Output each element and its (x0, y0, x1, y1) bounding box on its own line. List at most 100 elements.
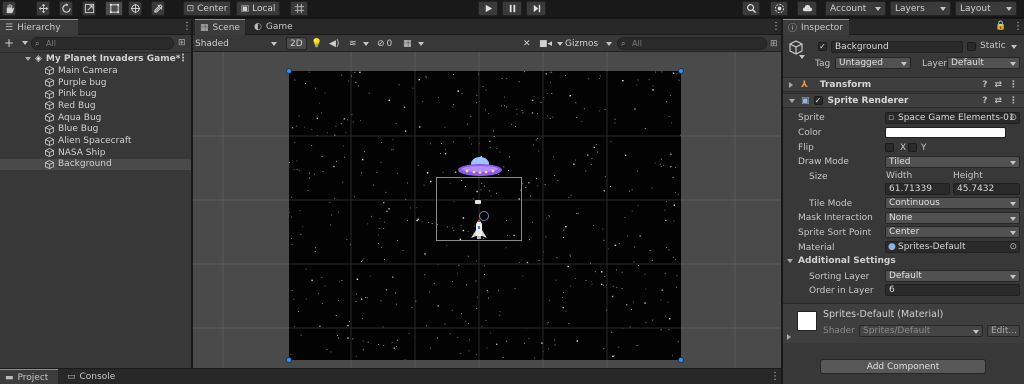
sorting-layer-dropdown[interactable]: Default (885, 270, 1020, 282)
grid-dropdown-icon[interactable] (416, 37, 424, 50)
hierarchy-item[interactable]: Aqua Bug (0, 112, 191, 124)
preset-icon[interactable]: ⇄ (994, 96, 1002, 106)
grid-toggle-icon[interactable]: ▦ (403, 37, 412, 50)
effects-dropdown-icon[interactable] (361, 37, 369, 50)
hierarchy-item[interactable]: Main Camera (0, 65, 191, 77)
scene-viewport[interactable] (193, 52, 781, 368)
layer-dropdown[interactable]: Default (947, 57, 1020, 69)
scene-menu-icon[interactable] (178, 54, 181, 64)
scale-tool-icon[interactable] (82, 1, 96, 16)
help-icon[interactable]: ? (982, 96, 987, 106)
add-component-button[interactable]: Add Component (820, 359, 986, 374)
icon-dropdown-icon[interactable] (799, 55, 805, 59)
search-options-icon[interactable]: ⊞ (770, 37, 778, 50)
sprite-renderer-component-header[interactable]: ▣ ✓ Sprite Renderer ? ⇄ ⋮ (783, 93, 1024, 108)
static-dropdown-icon[interactable] (1011, 45, 1017, 49)
transform-tool-icon[interactable] (128, 1, 142, 16)
transform-component-header[interactable]: ⅄ Transform ? ⇄ ⋮ (783, 77, 1024, 92)
sprite-object-field[interactable]: ▫ Space Game Elements-01 ⊙ (885, 112, 1020, 124)
cloud-icon[interactable] (797, 1, 817, 16)
static-checkbox[interactable] (967, 42, 976, 51)
tab-hierarchy[interactable]: ☰ Hierarchy (0, 19, 78, 35)
hierarchy-search-input[interactable]: ⌕ All (31, 37, 174, 50)
background-sprite[interactable] (289, 71, 682, 361)
material-object-field[interactable]: ● Sprites-Default ⊙ (885, 241, 1020, 253)
shading-mode-dropdown[interactable]: Shaded (195, 37, 277, 50)
tab-inspector[interactable]: ⓘ Inspector (783, 19, 849, 35)
hierarchy-item[interactable]: Blue Bug (0, 124, 191, 136)
hierarchy-item[interactable]: Background (0, 158, 191, 171)
tools-icon[interactable]: ✕ (523, 37, 531, 50)
preset-icon[interactable]: ⇄ (994, 80, 1002, 90)
rect-handle-bottom-left[interactable] (286, 357, 292, 363)
order-in-layer-field[interactable]: 6 (885, 284, 1020, 296)
object-picker-icon[interactable]: ⊙ (1009, 113, 1017, 123)
pause-button[interactable] (502, 1, 522, 16)
tile-mode-dropdown[interactable]: Continuous (885, 197, 1020, 209)
hierarchy-item[interactable]: Red Bug (0, 100, 191, 112)
effects-icon[interactable]: ≋ (349, 37, 357, 50)
hierarchy-item[interactable]: Pink bug (0, 88, 191, 100)
camera-icon[interactable]: ■◂ (539, 37, 552, 50)
tab-game[interactable]: ◐ Game (249, 19, 297, 35)
add-icon[interactable]: + (4, 36, 14, 50)
custom-tool-icon[interactable] (151, 1, 165, 16)
layout-dropdown[interactable]: Layout (955, 1, 1017, 16)
panel-menu-icon[interactable] (182, 22, 185, 32)
step-button[interactable] (526, 1, 546, 16)
flip-x-checkbox[interactable] (885, 143, 894, 152)
scene-root-row[interactable]: ◈ My Planet Invaders Game* (0, 53, 191, 65)
mode-2d-toggle[interactable]: 2D (286, 37, 307, 50)
shader-dropdown[interactable]: Sprites/Default (859, 325, 983, 337)
sprite-renderer-enabled-checkbox[interactable]: ✓ (813, 96, 823, 105)
alien-spacecraft-sprite[interactable] (457, 156, 503, 178)
visibility-toggle[interactable]: ⊘ 0 (377, 37, 392, 50)
move-tool-icon[interactable] (36, 1, 50, 16)
hierarchy-item[interactable]: Alien Spacecraft (0, 135, 191, 147)
active-checkbox[interactable]: ✓ (818, 42, 827, 51)
component-menu-icon[interactable]: ⋮ (1009, 96, 1018, 106)
panel-menu-icon[interactable] (770, 372, 773, 382)
lock-icon[interactable]: 🔒 (995, 21, 1006, 31)
grid-snapping-icon[interactable] (290, 1, 308, 16)
account-dropdown[interactable]: Account (825, 1, 886, 16)
nasa-ship-sprite[interactable] (469, 218, 489, 242)
hierarchy-item[interactable]: Purple bug (0, 77, 191, 89)
shader-edit-button[interactable]: Edit... (987, 325, 1020, 337)
rect-handle-top-right[interactable] (678, 68, 684, 74)
panel-menu-icon[interactable] (771, 22, 774, 32)
help-icon[interactable]: ? (982, 80, 987, 90)
scene-search-input[interactable]: ⌕ All (617, 37, 767, 50)
object-name-field[interactable]: Background (831, 41, 963, 53)
search-icon[interactable] (742, 1, 760, 16)
tab-console[interactable]: ▭ Console (62, 369, 122, 384)
tag-dropdown[interactable]: Untagged (835, 57, 911, 69)
tab-project[interactable]: ▬ Project (0, 369, 58, 384)
collapse-arrow-icon[interactable] (789, 81, 793, 88)
mask-interaction-dropdown[interactable]: None (885, 212, 1020, 224)
rotate-tool-icon[interactable] (59, 1, 73, 16)
audio-icon[interactable]: ◀) (329, 37, 339, 50)
collapse-arrow-icon[interactable] (787, 334, 791, 340)
width-field[interactable]: 61.71339 (885, 183, 950, 195)
gizmos-dropdown[interactable]: Gizmos (565, 37, 612, 50)
component-menu-icon[interactable]: ⋮ (1009, 80, 1018, 90)
flip-y-checkbox[interactable] (908, 143, 917, 152)
rect-handle-bottom-right[interactable] (678, 357, 684, 363)
hand-tool-icon[interactable] (2, 1, 16, 16)
height-field[interactable]: 45.7432 (953, 183, 1020, 195)
chevron-down-icon[interactable] (22, 41, 28, 45)
play-button[interactable] (478, 1, 498, 16)
hierarchy-item[interactable]: NASA Ship (0, 147, 191, 159)
additional-settings-foldout[interactable]: Additional Settings (787, 256, 896, 266)
layers-dropdown[interactable]: Layers (890, 1, 951, 16)
collab-icon[interactable] (770, 1, 788, 16)
lighting-icon[interactable]: 💡 (311, 37, 322, 50)
expand-arrow-icon[interactable] (25, 56, 31, 61)
color-swatch[interactable] (885, 127, 1006, 138)
pivot-center-button[interactable]: ⊡ Center (183, 1, 231, 16)
search-options-icon[interactable]: ⊞ (178, 38, 186, 48)
object-picker-icon[interactable]: ⊙ (1009, 242, 1017, 252)
expand-arrow-icon[interactable] (789, 98, 795, 103)
rect-handle-top-left[interactable] (286, 68, 292, 74)
